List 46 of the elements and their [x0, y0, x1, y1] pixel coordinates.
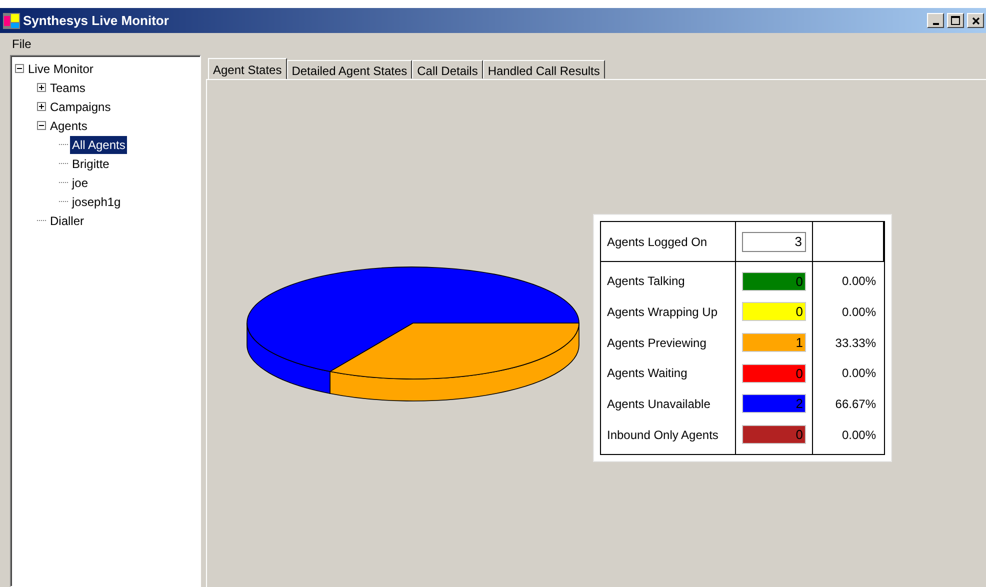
color-count-box: 1 — [742, 333, 806, 352]
stat-percent: 0.00% — [840, 304, 877, 321]
count-field: 3 — [742, 232, 806, 252]
expand-icon[interactable] — [37, 83, 46, 92]
minimize-icon — [932, 22, 938, 24]
stat-percent: 33.33% — [834, 334, 877, 352]
color-count-box: 0 — [742, 364, 806, 383]
tree-item[interactable]: Teams — [48, 78, 88, 96]
collapse-icon[interactable] — [37, 121, 46, 130]
window-title: Synthesys Live Monitor — [23, 12, 169, 30]
app-icon — [3, 12, 20, 28]
stat-percent: 0.00% — [840, 426, 877, 444]
collapse-icon[interactable] — [15, 64, 24, 73]
close-button[interactable] — [967, 13, 984, 28]
stat-label: Agents Unavailable — [606, 396, 712, 413]
tree-item[interactable]: Campaigns — [48, 98, 113, 116]
tree-item[interactable]: Live Monitor — [26, 60, 96, 78]
close-icon — [972, 16, 980, 24]
tree-item[interactable]: joseph1g — [70, 192, 123, 210]
minimize-button[interactable] — [927, 13, 944, 28]
tree-item[interactable]: All Agents — [70, 136, 128, 154]
color-count-box: 0 — [742, 425, 806, 444]
tab[interactable]: Call Details — [412, 60, 483, 79]
menu-item[interactable]: File — [8, 35, 36, 53]
color-count-box: 0 — [742, 272, 806, 291]
stat-label: Agents Previewing — [606, 334, 708, 352]
stat-label: Agents Talking — [606, 273, 686, 290]
tab[interactable]: Agent States — [208, 58, 287, 80]
maximize-button[interactable] — [947, 13, 964, 28]
stat-label: Agents Logged On — [606, 234, 708, 250]
color-count-box: 0 — [742, 302, 806, 322]
stat-percent: 66.67% — [834, 396, 877, 413]
stat-label: Inbound Only Agents — [606, 426, 720, 444]
tab[interactable]: Detailed Agent States — [286, 60, 412, 79]
stat-label: Agents Wrapping Up — [606, 304, 719, 321]
tree-item[interactable]: Brigitte — [70, 154, 112, 172]
maximize-icon — [951, 16, 960, 25]
stat-percent: 0.00% — [840, 365, 877, 382]
tree-item[interactable]: Dialler — [48, 212, 86, 230]
stat-label: Agents Waiting — [606, 365, 688, 382]
tree-item[interactable]: joe — [70, 174, 90, 192]
color-count-box: 2 — [742, 394, 806, 414]
tab[interactable]: Handled Call Results — [482, 60, 605, 79]
tree-item[interactable]: Agents — [48, 116, 90, 134]
expand-icon[interactable] — [37, 102, 46, 111]
stat-percent: 0.00% — [840, 273, 877, 290]
